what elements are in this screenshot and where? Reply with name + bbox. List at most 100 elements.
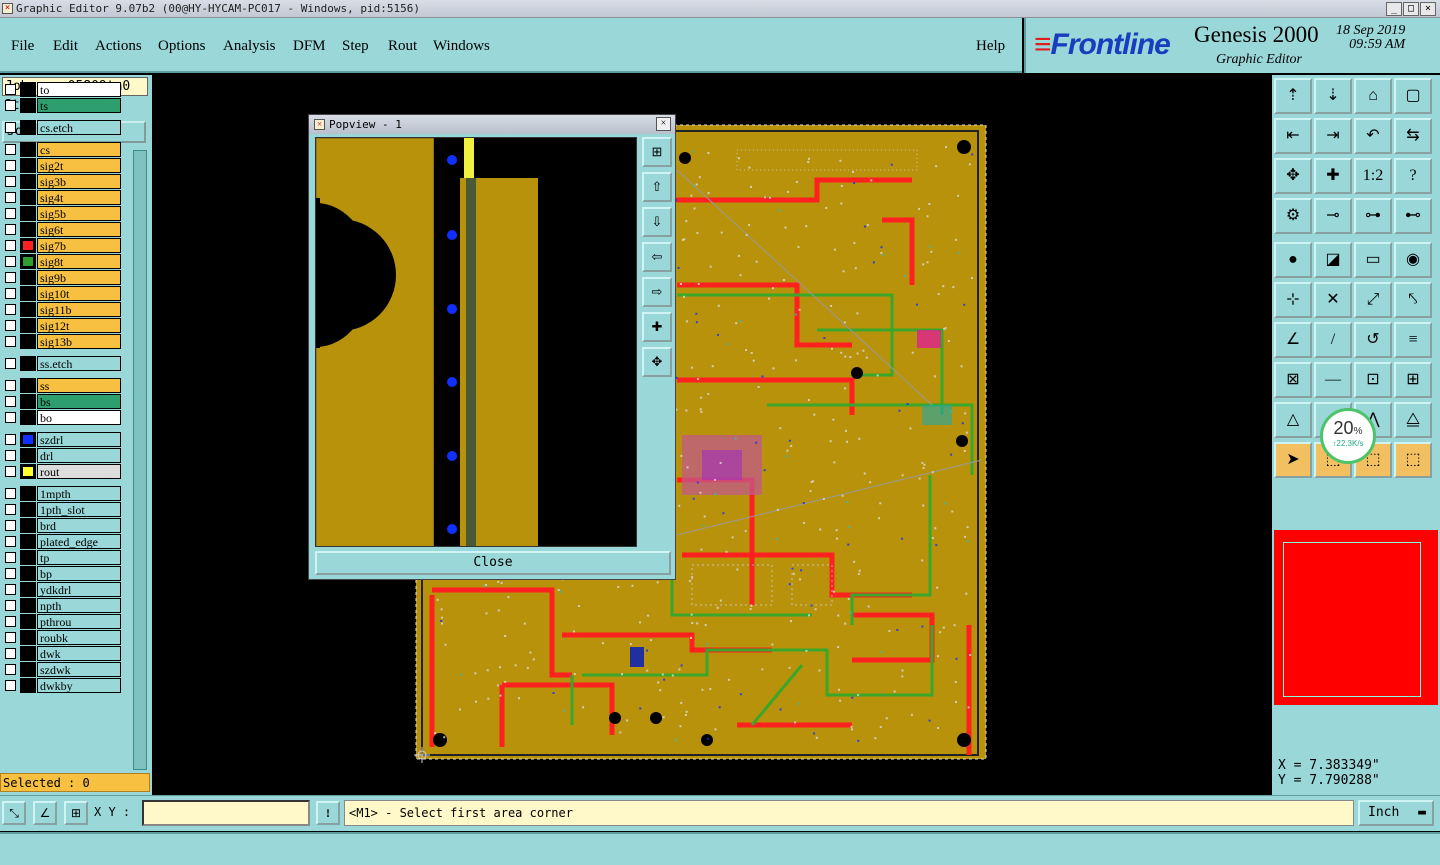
layer-name[interactable]: sig4t — [37, 190, 121, 205]
layer-name[interactable]: sig8t — [37, 254, 121, 269]
layer-color-swatch[interactable] — [20, 378, 36, 393]
layer-checkbox[interactable] — [5, 160, 16, 171]
layer-name[interactable]: pthrou — [37, 614, 121, 629]
layer-row[interactable]: szdwk — [3, 662, 121, 677]
connect-icon[interactable]: ⊸ — [1314, 198, 1352, 234]
layer-checkbox[interactable] — [5, 664, 16, 675]
layer-color-swatch[interactable] — [20, 270, 36, 285]
layer-color-swatch[interactable] — [20, 120, 36, 135]
settings-icon[interactable]: ⚙ — [1274, 198, 1312, 234]
layer-row[interactable]: dwk — [3, 646, 121, 661]
stack-icon[interactable]: ≡ — [1394, 322, 1432, 358]
layer-color-swatch[interactable] — [20, 98, 36, 113]
popview-window[interactable]: Popview - 1 × × ⊞ ⇧ ⇩ ⇦ ⇨ ✚ ✥ Close — [308, 114, 676, 580]
menu-actions[interactable]: Actions — [95, 38, 142, 55]
layer-checkbox[interactable] — [5, 144, 16, 155]
layer-row[interactable]: pthrou — [3, 614, 121, 629]
layer-checkbox[interactable] — [5, 84, 16, 95]
layer-checkbox[interactable] — [5, 450, 16, 461]
layer-row[interactable]: sig8t — [3, 254, 121, 269]
layer-row[interactable]: bo — [3, 410, 121, 425]
zoom-icon[interactable]: ✚ — [1314, 158, 1352, 194]
layer-name[interactable]: cs — [37, 142, 121, 157]
layer-name[interactable]: sig11b — [37, 302, 121, 317]
layer-row[interactable]: cs — [3, 142, 121, 157]
layer-row[interactable]: ss — [3, 378, 121, 393]
layer-name[interactable]: szdrl — [37, 432, 121, 447]
popview-pan-down-icon[interactable]: ⇩ — [642, 207, 672, 237]
triangle-icon[interactable]: △ — [1274, 402, 1312, 438]
layer-checkbox[interactable] — [5, 466, 16, 477]
layer-color-swatch[interactable] — [20, 432, 36, 447]
delete-icon[interactable]: ✕ — [1314, 282, 1352, 318]
menu-edit[interactable]: Edit — [53, 38, 78, 55]
layer-checkbox[interactable] — [5, 100, 16, 111]
layer-color-swatch[interactable] — [20, 82, 36, 97]
home-icon[interactable]: ⌂ — [1354, 78, 1392, 114]
layer-checkbox[interactable] — [5, 358, 16, 369]
move-right-icon[interactable]: ⇥ — [1314, 118, 1352, 154]
arc-icon[interactable]: ↺ — [1354, 322, 1392, 358]
menu-analysis[interactable]: Analysis — [223, 38, 276, 55]
layer-checkbox[interactable] — [5, 504, 16, 515]
popview-pan-right-icon[interactable]: ⇨ — [642, 277, 672, 307]
layer-checkbox[interactable] — [5, 208, 16, 219]
layer-row[interactable]: sig4t — [3, 190, 121, 205]
layer-checkbox[interactable] — [5, 176, 16, 187]
layer-row[interactable]: roubk — [3, 630, 121, 645]
layer-checkbox[interactable] — [5, 412, 16, 423]
layer-name[interactable]: sig13b — [37, 334, 121, 349]
layer-row[interactable]: sig13b — [3, 334, 121, 349]
menu-file[interactable]: File — [11, 38, 34, 55]
scale-icon[interactable]: 1:2 — [1354, 158, 1392, 194]
layer-checkbox[interactable] — [5, 396, 16, 407]
layer-color-swatch[interactable] — [20, 190, 36, 205]
popview-zoom-out-icon[interactable]: ✥ — [642, 347, 672, 377]
layer-name[interactable]: npth — [37, 598, 121, 613]
layer-color-swatch[interactable] — [20, 464, 36, 479]
layer-checkbox[interactable] — [5, 320, 16, 331]
layer-color-swatch[interactable] — [20, 630, 36, 645]
layer-color-swatch[interactable] — [20, 534, 36, 549]
layer-color-swatch[interactable] — [20, 174, 36, 189]
menu-help[interactable]: Help — [976, 38, 1005, 55]
grid-mode-icon[interactable]: ⊞ — [64, 801, 88, 825]
layer-row[interactable]: drl — [3, 448, 121, 463]
layer-name[interactable]: ss — [37, 378, 121, 393]
layer-row[interactable]: sig9b — [3, 270, 121, 285]
layer-row[interactable]: npth — [3, 598, 121, 613]
xy-input[interactable] — [142, 800, 310, 826]
layer-row[interactable]: bp — [3, 566, 121, 581]
layer-name[interactable]: 1pth_slot — [37, 502, 121, 517]
layer-name[interactable]: cs.etch — [37, 120, 121, 135]
layer-checkbox[interactable] — [5, 272, 16, 283]
move-left-icon[interactable]: ⇤ — [1274, 118, 1312, 154]
popview-zoom-home-icon[interactable]: ⊞ — [642, 137, 672, 167]
layer-name[interactable]: plated_edge — [37, 534, 121, 549]
layer-checkbox[interactable] — [5, 434, 16, 445]
layer-checkbox[interactable] — [5, 520, 16, 531]
layer-checkbox[interactable] — [5, 648, 16, 659]
layer-name[interactable]: sig2t — [37, 158, 121, 173]
swap-icon[interactable]: ⇆ — [1394, 118, 1432, 154]
layer-name[interactable]: bp — [37, 566, 121, 581]
layer-color-swatch[interactable] — [20, 678, 36, 693]
polygon-icon[interactable]: ◪ — [1314, 242, 1352, 278]
layer-row[interactable]: rout — [3, 464, 121, 479]
undo-icon[interactable]: ↶ — [1354, 118, 1392, 154]
box-icon[interactable]: ⊠ — [1274, 362, 1312, 398]
layer-color-swatch[interactable] — [20, 158, 36, 173]
snap-mode-icon[interactable]: ⤡ — [2, 801, 26, 825]
layer-name[interactable]: ts — [37, 98, 121, 113]
layer-name[interactable]: dwk — [37, 646, 121, 661]
group-icon[interactable]: ⊞ — [1394, 362, 1432, 398]
popview-pan-left-icon[interactable]: ⇦ — [642, 242, 672, 272]
layer-checkbox[interactable] — [5, 488, 16, 499]
layer-row[interactable]: sig7b — [3, 238, 121, 253]
layer-color-swatch[interactable] — [20, 646, 36, 661]
layer-color-swatch[interactable] — [20, 486, 36, 501]
popview-close-button[interactable]: Close — [315, 551, 671, 575]
layer-checkbox[interactable] — [5, 224, 16, 235]
fit-icon[interactable]: ✥ — [1274, 158, 1312, 194]
popview-canvas[interactable] — [315, 137, 637, 547]
